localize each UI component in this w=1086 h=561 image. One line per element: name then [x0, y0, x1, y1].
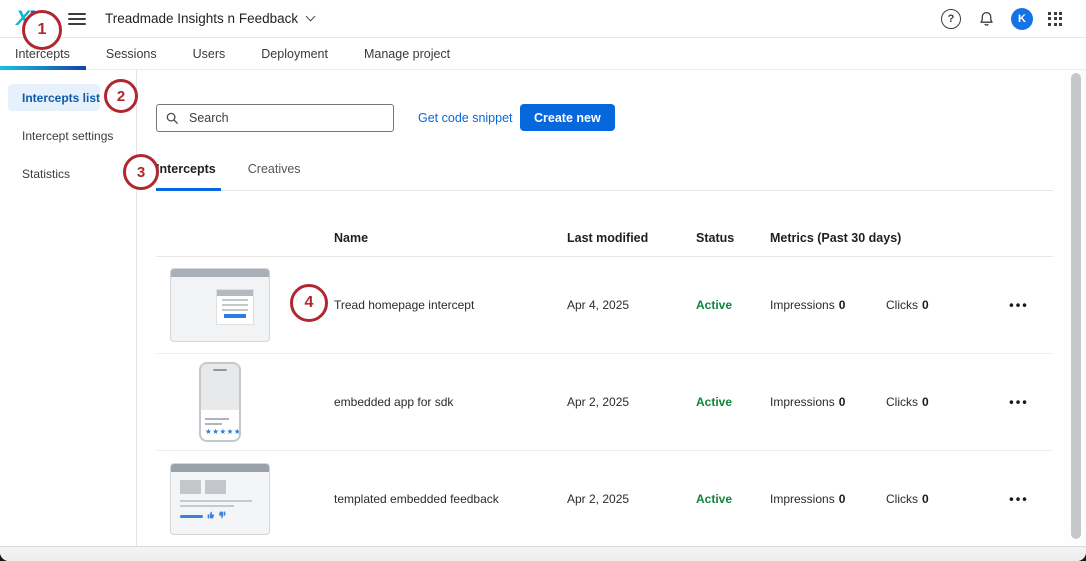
- sidebar-item-intercepts-list[interactable]: Intercepts list: [8, 84, 100, 111]
- main-content: Get code snippet Create new Intercepts C…: [137, 70, 1086, 546]
- create-new-button[interactable]: Create new: [520, 104, 615, 131]
- tab-manage-project[interactable]: Manage project: [364, 47, 450, 61]
- row-options-menu-icon[interactable]: •••: [1001, 395, 1037, 410]
- header-metrics: Metrics (Past 30 days): [770, 231, 901, 245]
- table-header: Name Last modified Status Metrics (Past …: [156, 190, 1053, 257]
- annotation-circle-2: 2: [104, 79, 138, 113]
- intercept-thumbnail-feedback: [168, 463, 272, 535]
- get-code-snippet-link[interactable]: Get code snippet: [418, 111, 513, 125]
- last-modified-date: Apr 2, 2025: [567, 492, 629, 506]
- table-row[interactable]: templated embedded feedback Apr 2, 2025 …: [156, 451, 1053, 546]
- notifications-bell-icon[interactable]: [976, 9, 996, 29]
- scrollbar-thumb[interactable]: [1071, 73, 1081, 539]
- annotation-circle-1: 1: [22, 10, 62, 50]
- tab-deployment[interactable]: Deployment: [261, 47, 328, 61]
- header-name: Name: [334, 231, 368, 245]
- clicks-metric: Clicks0: [886, 492, 929, 506]
- last-modified-date: Apr 4, 2025: [567, 298, 629, 312]
- intercept-thumbnail-phone: ★★★★★: [168, 362, 272, 442]
- content-tab-intercepts[interactable]: Intercepts: [156, 162, 216, 186]
- last-modified-date: Apr 2, 2025: [567, 395, 629, 409]
- intercept-name[interactable]: templated embedded feedback: [334, 492, 499, 506]
- stars-rating-icon: ★★★★★: [205, 428, 235, 436]
- table-row[interactable]: ★★★★★ embedded app for sdk Apr 2, 2025 A…: [156, 354, 1053, 451]
- search-icon: [165, 111, 179, 125]
- project-switcher[interactable]: Treadmade Insights n Feedback: [105, 11, 314, 26]
- clicks-metric: Clicks0: [886, 298, 929, 312]
- impressions-metric: Impressions0: [770, 298, 845, 312]
- user-avatar[interactable]: K: [1011, 8, 1033, 30]
- status-badge: Active: [696, 395, 732, 409]
- content-tabs: Intercepts Creatives: [156, 162, 301, 186]
- impressions-metric: Impressions0: [770, 395, 845, 409]
- chevron-down-icon: [306, 12, 316, 22]
- row-options-menu-icon[interactable]: •••: [1001, 491, 1037, 506]
- search-input[interactable]: [187, 110, 385, 126]
- tab-users[interactable]: Users: [193, 47, 226, 61]
- sidebar: Intercepts list Intercept settings Stati…: [0, 70, 137, 546]
- thumb-up-icon: [207, 511, 215, 519]
- sidebar-item-intercept-settings[interactable]: Intercept settings: [8, 122, 100, 149]
- sidebar-item-statistics[interactable]: Statistics: [8, 160, 100, 187]
- intercept-name[interactable]: embedded app for sdk: [334, 395, 453, 409]
- clicks-metric: Clicks0: [886, 395, 929, 409]
- status-badge: Active: [696, 492, 732, 506]
- intercept-name[interactable]: Tread homepage intercept: [334, 298, 474, 312]
- app-window: XM Treadmade Insights n Feedback ? K Int…: [0, 0, 1086, 561]
- annotation-circle-4: 4: [290, 284, 328, 322]
- top-bar: XM Treadmade Insights n Feedback ? K: [0, 0, 1086, 38]
- annotation-circle-3: 3: [123, 154, 159, 190]
- impressions-metric: Impressions0: [770, 492, 845, 506]
- intercept-thumbnail-modal: [168, 268, 272, 342]
- row-options-menu-icon[interactable]: •••: [1001, 298, 1037, 313]
- header-last-modified: Last modified: [567, 231, 648, 245]
- app-switcher-grid-icon[interactable]: [1048, 12, 1062, 26]
- scrollbar-track: [1064, 70, 1086, 546]
- help-icon[interactable]: ?: [941, 9, 961, 29]
- hamburger-menu-icon[interactable]: [68, 13, 86, 25]
- project-title: Treadmade Insights n Feedback: [105, 11, 298, 26]
- search-box[interactable]: [156, 104, 394, 132]
- topbar-icons: ? K: [941, 8, 1062, 30]
- project-nav-tabs: Intercepts Sessions Users Deployment Man…: [0, 38, 1086, 70]
- content-tab-creatives[interactable]: Creatives: [248, 162, 301, 186]
- tab-sessions[interactable]: Sessions: [106, 47, 157, 61]
- thumb-down-icon: [218, 511, 226, 519]
- window-bottom-frame: [0, 546, 1086, 561]
- status-badge: Active: [696, 298, 732, 312]
- header-status: Status: [696, 231, 734, 245]
